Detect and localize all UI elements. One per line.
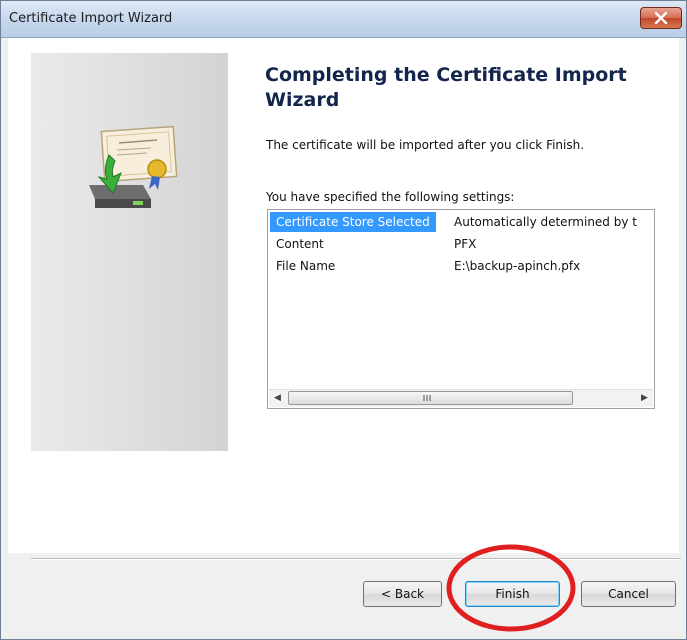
horizontal-scrollbar[interactable]: ◀ ▶ xyxy=(269,389,653,407)
page-description: The certificate will be imported after y… xyxy=(266,138,585,152)
button-separator xyxy=(31,558,681,560)
close-icon xyxy=(654,12,668,24)
settings-row[interactable]: Content PFX xyxy=(268,234,654,254)
highlight-circle-annotation xyxy=(446,544,576,632)
settings-row[interactable]: Certificate Store Selected Automatically… xyxy=(268,212,654,232)
certificate-install-icon xyxy=(89,125,178,208)
wizard-side-panel xyxy=(31,53,228,451)
page-heading: Completing the Certificate Import Wizard xyxy=(265,64,627,111)
settings-row[interactable]: File Name E:\backup-apinch.pfx xyxy=(268,256,654,276)
setting-name: Content xyxy=(276,237,324,251)
scroll-left-icon[interactable]: ◀ xyxy=(269,390,286,407)
setting-value: PFX xyxy=(454,237,477,251)
setting-value: Automatically determined by t xyxy=(454,215,637,229)
setting-value: E:\backup-apinch.pfx xyxy=(454,259,581,273)
scrollbar-thumb[interactable] xyxy=(288,391,573,405)
wizard-page: Completing the Certificate Import Wizard… xyxy=(8,38,679,553)
title-bar[interactable]: Certificate Import Wizard xyxy=(1,1,686,38)
window-title: Certificate Import Wizard xyxy=(9,11,173,26)
cancel-button[interactable]: Cancel xyxy=(581,581,676,607)
certificate-import-wizard-window: Certificate Import Wizard Completing the… xyxy=(0,0,687,640)
setting-name: Certificate Store Selected xyxy=(270,212,436,232)
settings-list[interactable]: Certificate Store Selected Automatically… xyxy=(267,209,655,409)
close-button[interactable] xyxy=(640,7,682,29)
back-button[interactable]: < Back xyxy=(363,581,442,607)
scrollbar-grip-icon xyxy=(423,395,431,401)
settings-label: You have specified the following setting… xyxy=(266,190,515,204)
setting-name: File Name xyxy=(276,259,336,273)
scroll-right-icon[interactable]: ▶ xyxy=(636,390,653,407)
